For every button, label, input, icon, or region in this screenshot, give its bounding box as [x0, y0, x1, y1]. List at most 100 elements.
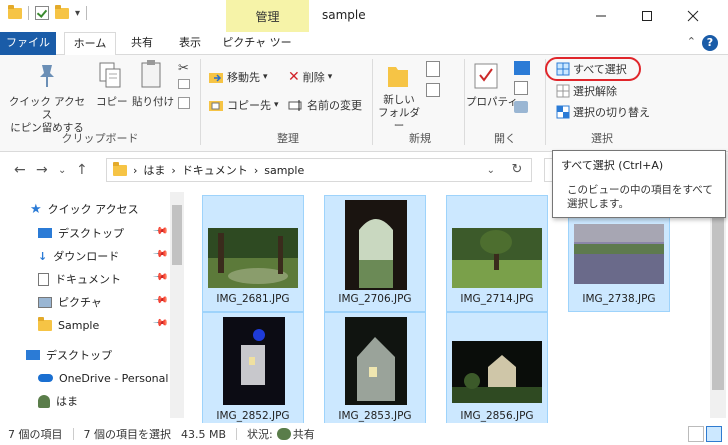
folder-icon [113, 161, 127, 176]
item-count: 7 個の項目 [8, 428, 63, 441]
tooltip-title: すべて選択 (Ctrl+A) [561, 159, 664, 172]
tab-share[interactable]: 共有 [122, 32, 162, 55]
collapse-ribbon-icon[interactable]: ⌃ [687, 35, 696, 48]
nav-root-desktop[interactable]: デスクトップ [26, 344, 112, 366]
history-icon[interactable] [514, 101, 528, 113]
thumbnail-image [452, 228, 542, 288]
copy-icon[interactable] [98, 61, 122, 92]
pin-icon[interactable] [36, 63, 58, 92]
nav-quick-access[interactable]: ★ クイック アクセス [30, 198, 139, 220]
thumbnail-image [208, 228, 298, 288]
help-icon[interactable]: ? [702, 35, 718, 51]
move-to-icon [209, 73, 223, 83]
nav-item-documents[interactable]: ドキュメント [38, 268, 121, 290]
selected-size: 43.5 MB [181, 427, 227, 441]
file-tile[interactable]: IMG_2681.JPG [202, 195, 304, 312]
copy-button[interactable]: コピー [96, 96, 128, 109]
select-all-button[interactable]: すべて選択 [556, 61, 627, 77]
organize-group-label: 整理 [277, 132, 299, 145]
easy-access-icon[interactable] [426, 83, 440, 97]
close-button[interactable] [670, 0, 716, 32]
tab-home[interactable]: ホーム [64, 32, 116, 56]
pin-icon[interactable]: 📌 [152, 246, 169, 263]
breadcrumb-item[interactable]: sample [264, 164, 304, 177]
properties-check-icon[interactable] [35, 6, 49, 20]
delete-button[interactable]: ✕ 削除 ▾ [288, 69, 332, 85]
nav-pane-scrollbar-thumb[interactable] [172, 205, 182, 265]
view-toggle [688, 426, 722, 442]
thumbnail-image [345, 317, 407, 405]
cut-icon[interactable]: ✂ [178, 61, 189, 76]
copy-path-icon[interactable] [178, 79, 190, 89]
file-tile[interactable]: IMG_2706.JPG [324, 195, 426, 312]
recent-locations-icon[interactable]: ⌄ [58, 165, 66, 176]
rename-button[interactable]: 名前の変更 [288, 97, 362, 113]
copy-to-button[interactable]: コピー先 ▾ [208, 97, 279, 113]
share-users-icon [276, 428, 291, 440]
up-icon[interactable]: ↑ [76, 162, 88, 178]
breadcrumb-separator: › [133, 163, 138, 177]
new-folder-icon[interactable] [55, 4, 69, 19]
file-tile[interactable]: IMG_2853.JPG [324, 312, 426, 429]
paste-button[interactable]: 貼り付け [132, 96, 174, 109]
file-tile[interactable]: IMG_2852.JPG [202, 312, 304, 429]
thumbnail-image [574, 224, 664, 284]
maximize-icon [642, 11, 652, 21]
minimize-button[interactable] [578, 0, 624, 32]
tab-picture-tools[interactable]: ピクチャ ツール [222, 32, 292, 71]
qat-dropdown-icon[interactable]: ▾ [75, 8, 80, 19]
invert-selection-button[interactable]: 選択の切り替え [556, 104, 650, 120]
copy-to-icon [209, 101, 223, 111]
back-icon[interactable]: ← [14, 162, 26, 178]
file-name: IMG_2681.JPG [216, 293, 290, 305]
nav-item-pictures[interactable]: ピクチャ [38, 291, 102, 313]
maximize-button[interactable] [624, 0, 670, 32]
breadcrumb-separator: › [253, 163, 259, 177]
details-view-icon[interactable] [688, 426, 704, 442]
properties-button[interactable]: プロパティ [466, 96, 518, 109]
tab-file[interactable]: ファイル [0, 32, 56, 55]
select-none-button[interactable]: 選択解除 [556, 83, 617, 99]
content-scrollbar-thumb[interactable] [712, 205, 724, 390]
share-state-label: 状況: [247, 428, 273, 441]
pin-icon[interactable]: 📌 [152, 223, 169, 240]
nav-root-onedrive[interactable]: OneDrive - Personal [38, 367, 168, 389]
properties-icon[interactable] [474, 63, 498, 92]
nav-root-user[interactable]: はま [38, 390, 78, 412]
paste-shortcut-icon[interactable] [178, 97, 190, 109]
ribbon: クイック アクセス にピン留めする コピー 貼り付け ✂ クリップボード 移動先… [0, 55, 728, 152]
file-name: IMG_2714.JPG [460, 293, 534, 305]
open-group-label: 開く [494, 132, 516, 145]
context-tab-group-label: 管理 [255, 10, 280, 24]
new-item-icon[interactable] [426, 61, 440, 77]
pin-icon[interactable]: 📌 [152, 315, 169, 332]
refresh-icon[interactable]: ↻ [502, 158, 532, 182]
nav-item-sample[interactable]: Sample [38, 314, 99, 336]
tab-view[interactable]: 表示 [170, 32, 210, 55]
breadcrumb-item[interactable]: はま [143, 162, 165, 178]
breadcrumb-item[interactable]: ドキュメント [182, 162, 248, 178]
address-bar[interactable]: › はま › ドキュメント › sample ⌄ [106, 158, 532, 182]
edit-icon[interactable] [514, 81, 528, 95]
new-folder-large-icon[interactable] [386, 61, 410, 92]
pin-icon[interactable]: 📌 [152, 269, 169, 286]
file-tile[interactable]: IMG_2856.JPG [446, 312, 548, 429]
delete-icon: ✕ [288, 69, 300, 85]
file-tile[interactable]: IMG_2714.JPG [446, 195, 548, 312]
status-bar: 7 個の項目 7 個の項目を選択 43.5 MB 状況: 共有 [0, 423, 728, 445]
paste-icon[interactable] [140, 59, 162, 92]
user-icon [38, 394, 50, 408]
select-none-icon [556, 84, 570, 98]
nav-item-downloads[interactable]: ↓ ダウンロード [38, 245, 119, 267]
select-all-tooltip: すべて選択 (Ctrl+A) このビューの中の項目をすべて選択します。 [552, 150, 726, 218]
onedrive-icon [38, 374, 53, 382]
forward-icon[interactable]: → [36, 162, 48, 178]
navigation-pane: ★ クイック アクセス デスクトップ 📌 ↓ ダウンロード 📌 ドキュメント 📌… [0, 190, 185, 420]
open-icon[interactable] [514, 61, 530, 75]
new-folder-button[interactable]: 新しい フォルダー [377, 94, 421, 133]
nav-item-desktop[interactable]: デスクトップ [38, 222, 124, 244]
address-dropdown-icon[interactable]: ⌄ [487, 165, 495, 176]
large-icons-view-icon[interactable] [706, 426, 722, 442]
pin-icon[interactable]: 📌 [152, 292, 169, 309]
move-to-button[interactable]: 移動先 ▾ [208, 69, 268, 85]
